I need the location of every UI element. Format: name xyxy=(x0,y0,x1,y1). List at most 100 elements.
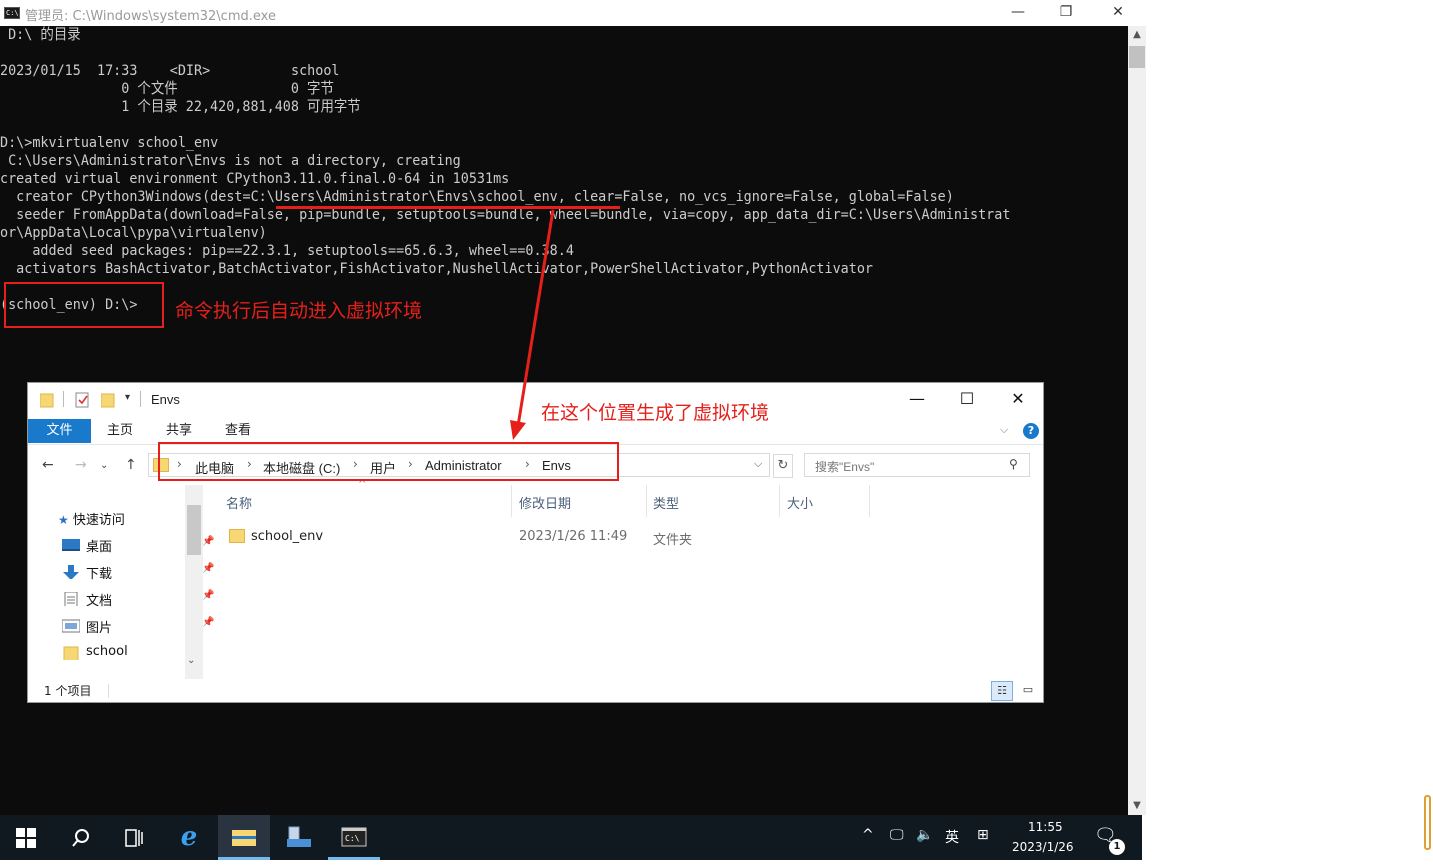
file-explorer-button[interactable] xyxy=(218,815,270,860)
search-icon[interactable]: ⚲ xyxy=(1009,457,1018,471)
search-icon xyxy=(72,829,89,847)
folder-icon xyxy=(40,393,54,408)
cmd-button[interactable]: C:\ xyxy=(328,815,380,860)
scroll-indicator xyxy=(1424,795,1431,850)
divider xyxy=(63,391,64,407)
star-icon: ★ xyxy=(58,513,69,527)
file-explorer-window: ▾ Envs — ☐ ✕ 文件 主页 共享 查看 ⌵ ? ← → ⌄ ↑ › 此… xyxy=(27,382,1044,703)
scroll-thumb[interactable] xyxy=(1129,46,1145,68)
svg-text:C:\: C:\ xyxy=(345,834,360,843)
refresh-icon[interactable]: ↻ xyxy=(773,454,793,478)
navigation-scrollbar[interactable]: ⌄ xyxy=(185,485,203,679)
download-icon xyxy=(63,565,79,579)
explorer-titlebar[interactable]: ▾ Envs — ☐ ✕ xyxy=(28,383,1043,417)
document-icon xyxy=(64,592,78,606)
close-button[interactable]: ✕ xyxy=(1095,0,1141,26)
console-line: or\AppData\Local\pypa\virtualenv) xyxy=(0,224,267,241)
server-manager-button[interactable] xyxy=(273,815,325,860)
windows-logo-icon xyxy=(16,828,36,848)
recent-locations-icon[interactable]: ⌄ xyxy=(100,460,108,471)
customize-toolbar-icon[interactable]: ▾ xyxy=(125,392,130,403)
task-view-icon xyxy=(125,829,143,847)
column-divider[interactable] xyxy=(646,485,647,517)
up-button[interactable]: ↑ xyxy=(125,457,137,473)
folder-icon xyxy=(229,529,245,543)
search-input[interactable]: 搜索"Envs" ⚲ xyxy=(804,453,1030,477)
console-line: D:\>mkvirtualenv school_env xyxy=(0,134,219,151)
file-name[interactable]: school_env xyxy=(251,529,323,544)
internet-explorer-icon[interactable]: e xyxy=(163,815,215,860)
tab-share[interactable]: 共享 xyxy=(166,419,192,443)
desktop-icon xyxy=(62,539,80,551)
sidebar-item-label: 下载 xyxy=(86,567,113,582)
sidebar-item-label: 桌面 xyxy=(86,540,113,555)
ime-language-indicator[interactable]: 英 xyxy=(945,827,959,847)
tab-file[interactable]: 文件 xyxy=(28,419,91,443)
notification-count-badge: 1 xyxy=(1109,839,1125,855)
cmd-scrollbar[interactable]: ▲ ▼ xyxy=(1128,26,1146,815)
forward-button[interactable]: → xyxy=(75,457,87,473)
help-icon[interactable]: ? xyxy=(1023,423,1039,439)
sidebar-item-pictures[interactable]: 图片 📌 xyxy=(62,617,214,637)
properties-icon[interactable] xyxy=(75,392,91,408)
sidebar-item-quick-access[interactable]: ★ 快速访问 xyxy=(58,509,125,529)
scroll-thumb[interactable] xyxy=(187,505,201,555)
show-hidden-icons-icon[interactable]: ^ xyxy=(862,827,874,843)
annotation-box-prompt xyxy=(4,282,164,328)
column-header-size[interactable]: 大小 xyxy=(787,493,813,512)
sidebar-item-label: 图片 xyxy=(86,621,113,636)
chevron-down-icon[interactable]: ⌄ xyxy=(187,655,195,666)
sidebar-item-downloads[interactable]: 下载 📌 xyxy=(62,563,214,583)
scroll-up-icon[interactable]: ▲ xyxy=(1128,26,1146,44)
clock-time[interactable]: 11:55 xyxy=(1028,820,1063,834)
console-line: 0 个文件 0 字节 xyxy=(0,80,334,97)
tab-home[interactable]: 主页 xyxy=(107,419,133,443)
search-button[interactable] xyxy=(55,815,107,860)
cmd-app-icon xyxy=(4,7,20,19)
large-icons-view-icon[interactable]: ▭ xyxy=(1017,681,1039,701)
maximize-button[interactable]: ☐ xyxy=(944,387,990,413)
new-folder-icon[interactable] xyxy=(101,392,117,408)
back-button[interactable]: ← xyxy=(42,457,54,473)
console-line: C:\Users\Administrator\Envs is not a dir… xyxy=(0,152,461,169)
ime-mode-icon[interactable]: ⊞ xyxy=(977,827,989,843)
column-header-type[interactable]: 类型 xyxy=(653,493,679,512)
details-view-icon[interactable]: ☷ xyxy=(991,681,1013,701)
restore-button[interactable]: ❐ xyxy=(1043,0,1089,26)
task-view-button[interactable] xyxy=(108,815,160,860)
console-line: created virtual environment CPython3.11.… xyxy=(0,170,510,187)
close-button[interactable]: ✕ xyxy=(995,387,1041,413)
sidebar-item-label: 文档 xyxy=(86,594,113,609)
network-icon[interactable]: 🖵 xyxy=(890,827,904,843)
file-list: ^ 名称 修改日期 类型 大小 school_env 2023/1/26 11:… xyxy=(203,479,1043,679)
cmd-window-title: 管理员: C:\Windows\system32\cmd.exe xyxy=(25,9,276,24)
explorer-body: ★ 快速访问 桌面 📌 下载 📌 文档 📌 图片 📌 school ⌄ ^ 名称… xyxy=(28,479,1043,679)
cmd-titlebar[interactable]: 管理员: C:\Windows\system32\cmd.exe — ❐ ✕ xyxy=(0,0,1146,26)
column-header-modified[interactable]: 修改日期 xyxy=(519,493,571,512)
sidebar-item-school[interactable]: school xyxy=(62,644,128,664)
clock-date[interactable]: 2023/1/26 xyxy=(1012,840,1074,854)
divider xyxy=(108,684,109,698)
annotation-note-prompt: 命令执行后自动进入虚拟环境 xyxy=(175,300,423,322)
address-dropdown-icon[interactable]: ⌵ xyxy=(754,457,762,471)
scroll-down-icon[interactable]: ▼ xyxy=(1128,797,1146,815)
taskbar: e C:\ ^ 🖵 🔈 英 ⊞ 11:55 2023/1/26 🗨 1 xyxy=(0,815,1142,860)
sidebar-item-desktop[interactable]: 桌面 📌 xyxy=(62,536,214,556)
console-line: added seed packages: pip==22.3.1, setupt… xyxy=(0,242,574,259)
column-divider[interactable] xyxy=(869,485,870,517)
column-header-name[interactable]: 名称 xyxy=(226,493,252,512)
tab-view[interactable]: 查看 xyxy=(225,419,251,443)
start-button[interactable] xyxy=(0,815,52,860)
console-line: 2023/01/15 17:33 <DIR> school xyxy=(0,62,340,79)
chevron-down-icon[interactable]: ⌵ xyxy=(1000,423,1008,437)
sidebar-item-documents[interactable]: 文档 📌 xyxy=(62,590,214,610)
minimize-button[interactable]: — xyxy=(995,0,1041,26)
navigation-pane: ★ 快速访问 桌面 📌 下载 📌 文档 📌 图片 📌 school ⌄ xyxy=(28,485,214,679)
column-divider[interactable] xyxy=(511,485,512,517)
column-divider[interactable] xyxy=(779,485,780,517)
console-line: creator CPython3Windows(dest=C:\Users\Ad… xyxy=(0,188,954,205)
volume-icon[interactable]: 🔈 xyxy=(916,827,933,843)
sidebar-item-label: 快速访问 xyxy=(72,513,125,528)
minimize-button[interactable]: — xyxy=(894,387,940,413)
cmd-icon: C:\ xyxy=(341,827,367,847)
